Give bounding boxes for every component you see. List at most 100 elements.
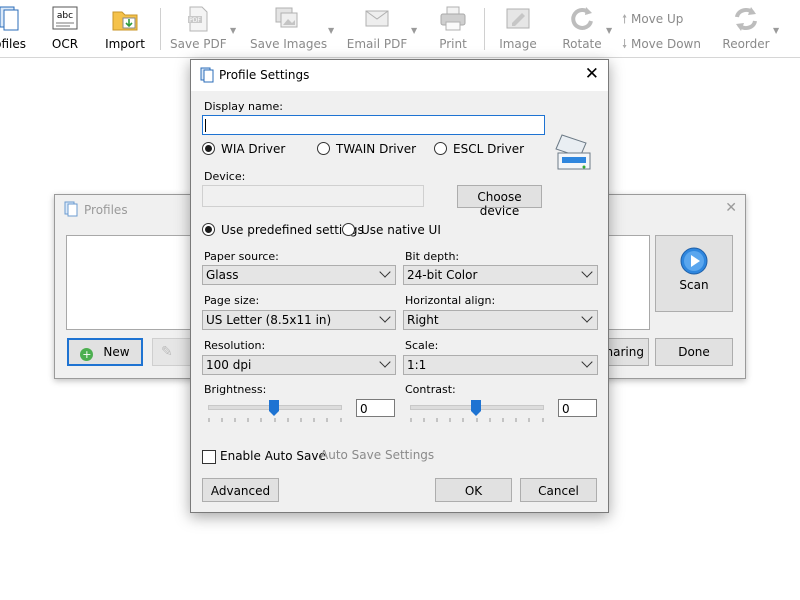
play-icon bbox=[680, 247, 708, 275]
profiles-button[interactable]: Profiles bbox=[0, 4, 26, 54]
display-name-label: Display name: bbox=[204, 100, 283, 113]
brightness-slider-ticks bbox=[208, 418, 342, 422]
paper-source-value: Glass bbox=[206, 268, 239, 282]
rotate-button[interactable]: Rotate bbox=[561, 4, 603, 54]
arrow-up-icon: 🠕 bbox=[622, 12, 628, 26]
chevron-down-icon bbox=[379, 356, 391, 368]
wia-driver-label: WIA Driver bbox=[221, 142, 286, 156]
profiles-window-title: Profiles bbox=[84, 203, 128, 217]
email-pdf-button[interactable]: Email PDF bbox=[346, 4, 408, 54]
contrast-slider-thumb[interactable] bbox=[471, 400, 481, 416]
move-up-button[interactable]: 🠕 Move Up bbox=[622, 10, 683, 31]
scan-button[interactable]: Scan bbox=[655, 235, 733, 312]
email-pdf-label: Email PDF bbox=[346, 37, 408, 51]
advanced-button-label: Advanced bbox=[210, 484, 271, 498]
email-pdf-dropdown-icon[interactable]: ▼ bbox=[411, 26, 417, 35]
chevron-down-icon bbox=[379, 266, 391, 278]
brightness-slider[interactable] bbox=[208, 398, 342, 422]
device-field bbox=[202, 185, 424, 207]
contrast-label: Contrast: bbox=[405, 383, 456, 396]
dialog-close-icon[interactable]: ✕ bbox=[585, 64, 599, 84]
reorder-button[interactable]: Reorder bbox=[722, 4, 770, 54]
rotate-icon bbox=[571, 7, 593, 30]
printer-icon bbox=[440, 6, 466, 31]
scale-select[interactable]: 1:1 bbox=[403, 355, 598, 375]
pdf-icon: PDF bbox=[188, 6, 208, 32]
chevron-down-icon bbox=[379, 311, 391, 323]
escl-driver-label: ESCL Driver bbox=[453, 142, 525, 156]
save-images-button[interactable]: Save Images bbox=[250, 4, 328, 54]
save-images-dropdown-icon[interactable]: ▼ bbox=[328, 26, 334, 35]
escl-driver-radio-dot bbox=[434, 142, 447, 155]
cancel-button[interactable]: Cancel bbox=[520, 478, 597, 502]
print-button[interactable]: Print bbox=[436, 4, 470, 54]
text-cursor bbox=[205, 119, 206, 132]
save-pdf-label: Save PDF bbox=[170, 37, 227, 51]
native-ui-radio[interactable]: Use native UI bbox=[342, 223, 441, 237]
wia-driver-radio-dot bbox=[202, 142, 215, 155]
chevron-down-icon bbox=[581, 266, 593, 278]
page-size-label: Page size: bbox=[204, 294, 260, 307]
rotate-dropdown-icon[interactable]: ▼ bbox=[606, 26, 612, 35]
rotate-label: Rotate bbox=[562, 37, 602, 51]
scanner-icon bbox=[555, 134, 591, 170]
choose-device-button[interactable]: Choose device bbox=[457, 185, 542, 218]
image-edit-icon bbox=[506, 8, 530, 29]
ok-button-label: OK bbox=[464, 484, 483, 498]
resolution-select[interactable]: 100 dpi bbox=[202, 355, 396, 375]
twain-driver-radio[interactable]: TWAIN Driver bbox=[317, 142, 416, 156]
resolution-label: Resolution: bbox=[204, 339, 266, 352]
image-button[interactable]: Image bbox=[497, 4, 539, 54]
reorder-icon bbox=[735, 7, 757, 31]
import-label: Import bbox=[105, 37, 145, 51]
new-profile-button[interactable]: + New bbox=[67, 338, 143, 366]
predefined-settings-radio[interactable]: Use predefined settings bbox=[202, 223, 364, 237]
bit-depth-select[interactable]: 24-bit Color bbox=[403, 265, 598, 285]
profile-settings-icon bbox=[200, 67, 214, 83]
advanced-button[interactable]: Advanced bbox=[202, 478, 279, 502]
edit-profile-button[interactable]: ✎ bbox=[152, 338, 192, 366]
brightness-input[interactable] bbox=[356, 399, 395, 417]
done-button[interactable]: Done bbox=[655, 338, 733, 366]
images-icon bbox=[275, 7, 298, 28]
ok-button[interactable]: OK bbox=[435, 478, 512, 502]
cancel-button-label: Cancel bbox=[538, 484, 579, 498]
auto-save-settings-link[interactable]: Auto Save Settings bbox=[320, 448, 434, 462]
scan-button-label: Scan bbox=[679, 278, 709, 292]
choose-device-label: Choose device bbox=[477, 190, 522, 218]
move-down-label: Move Down bbox=[630, 37, 701, 51]
scale-label: Scale: bbox=[405, 339, 439, 352]
display-name-input[interactable] bbox=[202, 115, 545, 135]
save-pdf-button[interactable]: PDF Save PDF bbox=[170, 4, 227, 54]
horizontal-align-label: Horizontal align: bbox=[405, 294, 496, 307]
ocr-icon: abc bbox=[52, 6, 78, 30]
reorder-dropdown-icon[interactable]: ▼ bbox=[773, 26, 779, 35]
predefined-settings-radio-dot bbox=[202, 223, 215, 236]
escl-driver-radio[interactable]: ESCL Driver bbox=[434, 142, 524, 156]
image-label: Image bbox=[499, 37, 537, 51]
save-pdf-dropdown-icon[interactable]: ▼ bbox=[230, 26, 236, 35]
contrast-slider[interactable] bbox=[410, 398, 544, 422]
brightness-label: Brightness: bbox=[204, 383, 267, 396]
ocr-button[interactable]: abc OCR bbox=[45, 4, 85, 54]
profiles-label: Profiles bbox=[0, 37, 26, 51]
move-down-button[interactable]: 🠗 Move Down bbox=[622, 35, 701, 56]
import-button[interactable]: Import bbox=[103, 4, 147, 54]
horizontal-align-select[interactable]: Right bbox=[403, 310, 598, 330]
move-up-label: Move Up bbox=[630, 12, 684, 26]
paper-source-select[interactable]: Glass bbox=[202, 265, 396, 285]
ocr-label: OCR bbox=[51, 37, 79, 51]
profiles-close-icon[interactable]: ✕ bbox=[725, 200, 737, 216]
wia-driver-radio[interactable]: WIA Driver bbox=[202, 142, 285, 156]
enable-auto-save-checkbox[interactable] bbox=[202, 450, 216, 464]
profile-settings-dialog: Profile Settings ✕ Display name: WIA Dri… bbox=[190, 59, 609, 513]
paper-source-label: Paper source: bbox=[204, 250, 279, 263]
contrast-input[interactable] bbox=[558, 399, 597, 417]
email-icon bbox=[365, 10, 389, 27]
toolbar-separator bbox=[484, 8, 485, 50]
pdf-icon-text: PDF bbox=[189, 17, 201, 24]
save-images-label: Save Images bbox=[250, 37, 328, 51]
page-size-select[interactable]: US Letter (8.5x11 in) bbox=[202, 310, 396, 330]
dialog-titlebar[interactable]: Profile Settings ✕ bbox=[191, 60, 608, 91]
brightness-slider-thumb[interactable] bbox=[269, 400, 279, 416]
